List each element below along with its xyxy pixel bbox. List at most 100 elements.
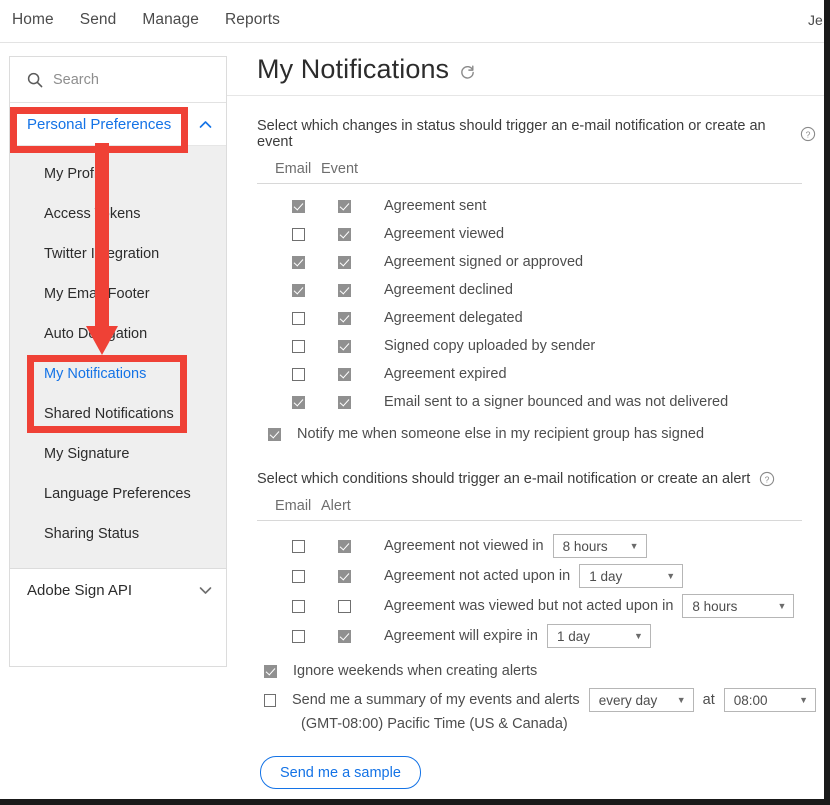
send-me-a-sample-button[interactable]: Send me a sample [260, 756, 421, 789]
status-rows: Agreement sent Agreement viewed Agreemen… [257, 192, 816, 416]
summary-frequency-dropdown[interactable]: every day ▼ [589, 688, 694, 712]
sidebar-group-label-personal-preferences: Personal Preferences [27, 116, 171, 133]
sidebar-item-shared-notifications[interactable]: Shared Notifications [10, 394, 226, 434]
sidebar-item-my-email-footer[interactable]: My Email Footer [10, 274, 226, 314]
row-label: Agreement signed or approved [384, 254, 583, 270]
search-input[interactable]: Search [10, 57, 226, 103]
table-row: Agreement not acted upon in 1 day ▼ [257, 561, 816, 591]
help-icon[interactable]: ? [800, 126, 816, 142]
email-checkbox-cell [275, 540, 321, 553]
email-checkbox-cell [275, 340, 321, 353]
email-checkbox[interactable] [292, 630, 305, 643]
alert-checkbox[interactable] [338, 540, 351, 553]
email-checkbox[interactable] [292, 600, 305, 613]
svg-text:?: ? [806, 129, 811, 139]
event-checkbox-cell [321, 256, 367, 269]
conditions-notifications-section: Select which conditions should trigger a… [227, 471, 830, 789]
search-icon [27, 72, 43, 88]
row-label: Signed copy uploaded by sender [384, 338, 595, 354]
email-checkbox[interactable] [292, 570, 305, 583]
refresh-icon[interactable] [459, 64, 476, 81]
alert-checkbox[interactable] [338, 630, 351, 643]
nav-link-send[interactable]: Send [80, 11, 117, 29]
event-checkbox[interactable] [338, 312, 351, 325]
email-checkbox[interactable] [292, 312, 305, 325]
event-checkbox-cell [321, 200, 367, 213]
app-window: Home Send Manage Reports Je Search Perso… [0, 0, 830, 805]
nav-link-home[interactable]: Home [12, 11, 54, 29]
user-account-label[interactable]: Je [808, 12, 824, 28]
email-checkbox[interactable] [292, 200, 305, 213]
notify-recipient-group-label: Notify me when someone else in my recipi… [297, 426, 704, 442]
sidebar-group-body-personal-preferences: My Profile Access Tokens Twitter Integra… [10, 146, 226, 568]
sidebar-item-twitter-integration[interactable]: Twitter Integration [10, 234, 226, 274]
help-icon[interactable]: ? [759, 471, 775, 487]
sidebar-item-access-tokens[interactable]: Access Tokens [10, 194, 226, 234]
event-checkbox-cell [321, 312, 367, 325]
top-navigation-bar: Home Send Manage Reports Je [0, 0, 830, 43]
summary-row: Send me a summary of my events and alert… [257, 688, 816, 712]
chevron-down-icon: ▼ [777, 602, 786, 611]
sidebar-group-label-adobe-sign-api: Adobe Sign API [27, 582, 132, 599]
event-checkbox[interactable] [338, 340, 351, 353]
sidebar-item-auto-delegation[interactable]: Auto Delegation [10, 314, 226, 354]
status-section-heading-row: Select which changes in status should tr… [257, 118, 816, 150]
ignore-weekends-label: Ignore weekends when creating alerts [293, 663, 537, 679]
column-header-email: Email [275, 498, 321, 514]
summary-time-dropdown[interactable]: 08:00 ▼ [724, 688, 816, 712]
email-checkbox[interactable] [292, 368, 305, 381]
duration-dropdown[interactable]: 8 hours ▼ [553, 534, 647, 558]
duration-dropdown[interactable]: 1 day ▼ [579, 564, 683, 588]
email-checkbox[interactable] [292, 396, 305, 409]
row-label: Agreement expired [384, 366, 507, 382]
event-checkbox[interactable] [338, 256, 351, 269]
row-label: Agreement not acted upon in [384, 568, 570, 584]
email-checkbox-cell [275, 256, 321, 269]
sidebar-item-my-profile[interactable]: My Profile [10, 154, 226, 194]
email-checkbox[interactable] [292, 340, 305, 353]
send-summary-label: Send me a summary of my events and alert… [292, 692, 580, 708]
sidebar-item-label: Shared Notifications [44, 406, 174, 422]
sidebar-item-language-preferences[interactable]: Language Preferences [10, 474, 226, 514]
sidebar-group-personal-preferences[interactable]: Personal Preferences [10, 103, 226, 146]
duration-dropdown[interactable]: 8 hours ▼ [682, 594, 794, 618]
email-checkbox-cell [275, 284, 321, 297]
email-checkbox-cell [275, 200, 321, 213]
email-checkbox-cell [275, 368, 321, 381]
event-checkbox[interactable] [338, 284, 351, 297]
duration-dropdown-value: 1 day [557, 629, 590, 644]
nav-link-manage[interactable]: Manage [142, 11, 199, 29]
event-checkbox[interactable] [338, 200, 351, 213]
email-checkbox[interactable] [292, 256, 305, 269]
sidebar-item-sharing-status[interactable]: Sharing Status [10, 514, 226, 554]
duration-dropdown[interactable]: 1 day ▼ [547, 624, 651, 648]
sidebar-item-my-signature[interactable]: My Signature [10, 434, 226, 474]
sidebar-item-label: My Notifications [44, 366, 146, 382]
email-checkbox[interactable] [292, 284, 305, 297]
email-checkbox-cell [275, 600, 321, 613]
sidebar-item-my-notifications[interactable]: My Notifications [10, 354, 226, 394]
event-checkbox[interactable] [338, 228, 351, 241]
duration-dropdown-value: 8 hours [692, 599, 737, 614]
sidebar-item-label: My Email Footer [44, 286, 150, 302]
notify-recipient-group-checkbox[interactable] [268, 428, 281, 441]
email-checkbox-cell [275, 228, 321, 241]
email-checkbox-cell [275, 396, 321, 409]
alert-checkbox[interactable] [338, 600, 351, 613]
nav-link-reports[interactable]: Reports [225, 11, 280, 29]
duration-dropdown-value: 1 day [589, 569, 622, 584]
email-checkbox[interactable] [292, 540, 305, 553]
table-row: Agreement not viewed in 8 hours ▼ [257, 531, 816, 561]
row-label: Agreement sent [384, 198, 486, 214]
event-checkbox[interactable] [338, 368, 351, 381]
alert-checkbox[interactable] [338, 570, 351, 583]
email-checkbox[interactable] [292, 228, 305, 241]
event-checkbox-cell [321, 228, 367, 241]
conditions-column-headers: Email Alert [257, 498, 802, 521]
send-summary-checkbox[interactable] [264, 694, 276, 707]
event-checkbox[interactable] [338, 396, 351, 409]
sidebar-group-adobe-sign-api[interactable]: Adobe Sign API [10, 568, 226, 611]
ignore-weekends-checkbox[interactable] [264, 665, 277, 678]
sidebar-item-label: Auto Delegation [44, 326, 147, 342]
notify-group-row: Notify me when someone else in my recipi… [257, 426, 816, 442]
